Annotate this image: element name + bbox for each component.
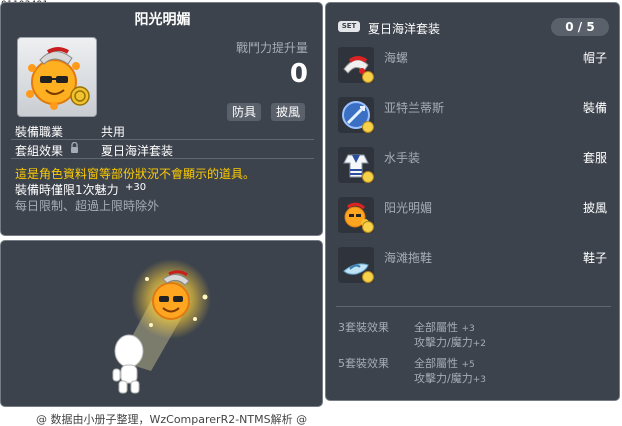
set-item-sailor-suit: 水手装 套服 [326,145,621,185]
divider [11,139,314,140]
item-icon-frame [17,37,97,117]
power-increase-value: 0 [289,59,308,89]
set-count: 0 / 5 [551,18,609,36]
divider [336,306,611,307]
coin-icon [362,171,374,183]
coin-icon [362,221,374,233]
stat-name: 全部屬性 [414,321,458,334]
set-item-name: 海螺 [384,51,409,65]
power-increase-label: 戰鬥力提升量 [235,41,308,55]
set-item-sunshine: 阳光明媚 披風 [326,195,621,235]
set-effect-label: 套組效果 [15,144,64,158]
lock-icon [71,142,78,153]
limit-note: 每日限制、超過上限時除外 [15,199,160,213]
stat-value: +3 [472,375,486,385]
stat-value: +5 [461,360,475,370]
set-item-type: 鞋子 [582,251,607,265]
set-item-type: 帽子 [582,51,607,65]
sun-character-icon [26,47,90,110]
stat-value: +3 [461,324,475,334]
warning-text: 這是角色資料窗等部份狀況不會顯示的道具。 [15,167,256,181]
item-tooltip-panel: 阳光明媚 戰鬥力提升量 0 防具 披風 裝備職業 共用 套組效果 夏日海洋套装 … [0,2,323,236]
set-item-shell-hat: 海螺 帽子 [326,45,621,85]
set-badge: SET [338,21,360,32]
job-label: 裝備職業 [15,125,64,139]
stat-value: +2 [472,339,486,349]
category-tag-armor: 防具 [227,103,262,121]
coin-icon [362,121,374,133]
stat-name: 攻擊力/魔力 [414,372,473,385]
set-item-type: 裝備 [582,101,607,115]
set-effect-stat: 攻擊力/魔力+3 [414,370,486,386]
character-preview-image [112,259,211,394]
job-value: 共用 [101,125,126,139]
set-item-name: 阳光明媚 [384,201,433,215]
set-effect-tier-label: 3套裝效果 [338,321,389,334]
set-effect-tier-label: 5套裝效果 [338,357,389,370]
set-effect-value: 夏日海洋套装 [101,144,174,158]
category-tag-cape: 披風 [271,103,306,121]
set-item-type: 套服 [582,151,607,165]
stat-name: 攻擊力/魔力 [414,336,473,349]
set-name: 夏日海洋套装 [368,22,441,36]
set-effect-stat: 攻擊力/魔力+2 [414,334,486,350]
set-item-atlantis: 亚特兰蒂斯 裝備 [326,95,621,135]
character-preview-panel [0,240,323,407]
set-item-type: 披風 [582,201,607,215]
set-item-name: 亚特兰蒂斯 [384,101,445,115]
set-panel: SET 夏日海洋套装 0 / 5 海螺 帽子 亚特兰蒂斯 裝備 水手装 套服 阳… [325,2,620,401]
divider [11,158,314,159]
set-item-beach-slippers: 海滩拖鞋 鞋子 [326,245,621,285]
coin-icon [362,271,374,283]
credit-text: @ 数据由小册子整理，WzComparerR2-NTMS解析 @ [36,413,308,426]
item-title: 阳光明媚 [134,12,191,28]
set-item-name: 海滩拖鞋 [384,251,433,265]
set-effect-stat: 全部屬性 +3 [414,319,475,335]
charm-label: 裝備時僅限1次魅力 [15,183,119,197]
set-effect-stat: 全部屬性 +5 [414,355,475,371]
coin-icon [362,71,374,83]
stat-name: 全部屬性 [414,357,458,370]
set-item-name: 水手装 [384,151,421,165]
charm-value: +30 [125,182,147,193]
